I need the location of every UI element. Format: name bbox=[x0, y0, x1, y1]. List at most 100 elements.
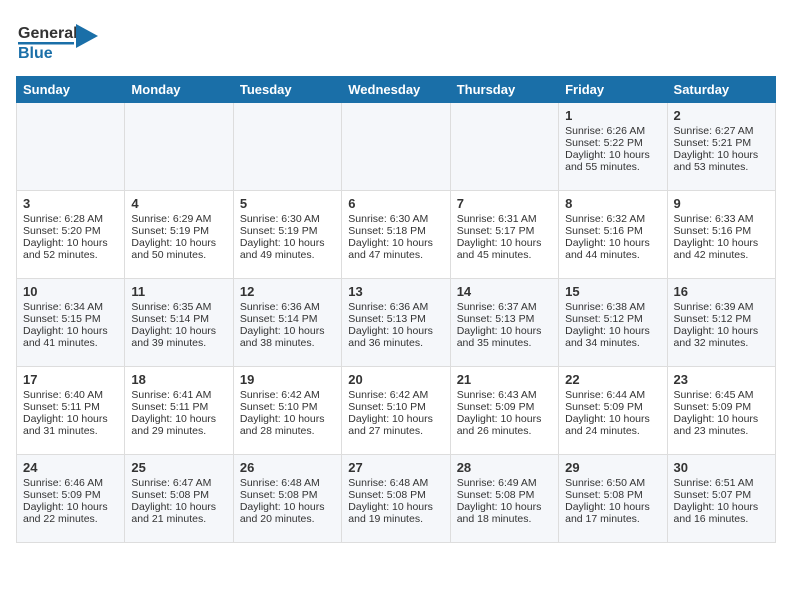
day-info-line: Sunrise: 6:41 AM bbox=[131, 389, 226, 401]
day-number: 2 bbox=[674, 108, 769, 123]
calendar-cell bbox=[450, 103, 558, 191]
day-number: 9 bbox=[674, 196, 769, 211]
day-number: 11 bbox=[131, 284, 226, 299]
day-info-line: Daylight: 10 hours bbox=[240, 501, 335, 513]
day-info-line: Sunset: 5:09 PM bbox=[457, 401, 552, 413]
day-number: 7 bbox=[457, 196, 552, 211]
day-info-line: Daylight: 10 hours bbox=[348, 325, 443, 337]
day-number: 1 bbox=[565, 108, 660, 123]
day-info-line: and 21 minutes. bbox=[131, 513, 226, 525]
day-info-line: Sunset: 5:16 PM bbox=[674, 225, 769, 237]
day-info-line: Sunrise: 6:27 AM bbox=[674, 125, 769, 137]
day-number: 6 bbox=[348, 196, 443, 211]
day-info-line: Sunset: 5:15 PM bbox=[23, 313, 118, 325]
calendar-cell: 15Sunrise: 6:38 AMSunset: 5:12 PMDayligh… bbox=[559, 279, 667, 367]
calendar-cell: 9Sunrise: 6:33 AMSunset: 5:16 PMDaylight… bbox=[667, 191, 775, 279]
day-info-line: and 35 minutes. bbox=[457, 337, 552, 349]
day-info-line: Daylight: 10 hours bbox=[457, 237, 552, 249]
day-info-line: Sunrise: 6:51 AM bbox=[674, 477, 769, 489]
day-info-line: and 27 minutes. bbox=[348, 425, 443, 437]
day-info-line: Sunrise: 6:36 AM bbox=[240, 301, 335, 313]
day-info-line: Sunset: 5:20 PM bbox=[23, 225, 118, 237]
calendar-cell: 19Sunrise: 6:42 AMSunset: 5:10 PMDayligh… bbox=[233, 367, 341, 455]
day-number: 12 bbox=[240, 284, 335, 299]
day-info-line: Sunset: 5:19 PM bbox=[131, 225, 226, 237]
calendar-cell: 29Sunrise: 6:50 AMSunset: 5:08 PMDayligh… bbox=[559, 455, 667, 543]
calendar-cell bbox=[125, 103, 233, 191]
day-info-line: and 31 minutes. bbox=[23, 425, 118, 437]
day-info-line: Daylight: 10 hours bbox=[674, 413, 769, 425]
day-info-line: and 41 minutes. bbox=[23, 337, 118, 349]
day-info-line: Daylight: 10 hours bbox=[23, 237, 118, 249]
day-number: 25 bbox=[131, 460, 226, 475]
day-number: 17 bbox=[23, 372, 118, 387]
day-header-sunday: Sunday bbox=[17, 77, 125, 103]
day-number: 22 bbox=[565, 372, 660, 387]
logo-svg: General Blue bbox=[16, 16, 111, 66]
day-info-line: Sunset: 5:14 PM bbox=[240, 313, 335, 325]
day-header-tuesday: Tuesday bbox=[233, 77, 341, 103]
day-info-line: Sunrise: 6:33 AM bbox=[674, 213, 769, 225]
day-number: 30 bbox=[674, 460, 769, 475]
calendar-cell: 28Sunrise: 6:49 AMSunset: 5:08 PMDayligh… bbox=[450, 455, 558, 543]
header-row: SundayMondayTuesdayWednesdayThursdayFrid… bbox=[17, 77, 776, 103]
day-info-line: Sunset: 5:13 PM bbox=[457, 313, 552, 325]
calendar-cell: 6Sunrise: 6:30 AMSunset: 5:18 PMDaylight… bbox=[342, 191, 450, 279]
day-info-line: Sunset: 5:16 PM bbox=[565, 225, 660, 237]
calendar-cell: 25Sunrise: 6:47 AMSunset: 5:08 PMDayligh… bbox=[125, 455, 233, 543]
day-info-line: Daylight: 10 hours bbox=[23, 413, 118, 425]
day-number: 10 bbox=[23, 284, 118, 299]
day-info-line: and 16 minutes. bbox=[674, 513, 769, 525]
day-info-line: Daylight: 10 hours bbox=[131, 325, 226, 337]
calendar-cell bbox=[17, 103, 125, 191]
day-info-line: and 28 minutes. bbox=[240, 425, 335, 437]
logo: General Blue bbox=[16, 16, 111, 66]
calendar-cell: 1 Sunrise: 6:26 AMSunset: 5:22 PMDaylight… bbox=[559, 103, 667, 191]
day-info-line: Sunrise: 6:48 AM bbox=[240, 477, 335, 489]
day-info-line: Sunrise: 6:43 AM bbox=[457, 389, 552, 401]
day-info-line: Sunrise: 6:26 AM bbox=[565, 125, 660, 137]
day-info-line: Daylight: 10 hours bbox=[565, 149, 660, 161]
day-info-line: Sunset: 5:22 PM bbox=[565, 137, 660, 149]
calendar-cell: 2Sunrise: 6:27 AMSunset: 5:21 PMDaylight… bbox=[667, 103, 775, 191]
day-info-line: Daylight: 10 hours bbox=[240, 325, 335, 337]
calendar-cell: 21Sunrise: 6:43 AMSunset: 5:09 PMDayligh… bbox=[450, 367, 558, 455]
calendar-cell: 5Sunrise: 6:30 AMSunset: 5:19 PMDaylight… bbox=[233, 191, 341, 279]
day-info-line: Daylight: 10 hours bbox=[348, 413, 443, 425]
day-info-line: Sunrise: 6:44 AM bbox=[565, 389, 660, 401]
calendar-cell: 16Sunrise: 6:39 AMSunset: 5:12 PMDayligh… bbox=[667, 279, 775, 367]
day-info-line: and 47 minutes. bbox=[348, 249, 443, 261]
day-info-line: Daylight: 10 hours bbox=[674, 501, 769, 513]
day-info-line: and 53 minutes. bbox=[674, 161, 769, 173]
day-number: 18 bbox=[131, 372, 226, 387]
day-info-line: Sunrise: 6:45 AM bbox=[674, 389, 769, 401]
day-info-line: and 18 minutes. bbox=[457, 513, 552, 525]
calendar-cell: 13Sunrise: 6:36 AMSunset: 5:13 PMDayligh… bbox=[342, 279, 450, 367]
calendar-cell: 11Sunrise: 6:35 AMSunset: 5:14 PMDayligh… bbox=[125, 279, 233, 367]
day-info-line: Sunrise: 6:31 AM bbox=[457, 213, 552, 225]
day-number: 15 bbox=[565, 284, 660, 299]
calendar-header: SundayMondayTuesdayWednesdayThursdayFrid… bbox=[17, 77, 776, 103]
day-info-line: Sunrise: 6:34 AM bbox=[23, 301, 118, 313]
calendar-cell: 8Sunrise: 6:32 AMSunset: 5:16 PMDaylight… bbox=[559, 191, 667, 279]
day-header-saturday: Saturday bbox=[667, 77, 775, 103]
calendar-week-1: 1 Sunrise: 6:26 AMSunset: 5:22 PMDaylight… bbox=[17, 103, 776, 191]
day-info-line: Sunrise: 6:30 AM bbox=[240, 213, 335, 225]
day-info-line: Sunset: 5:08 PM bbox=[348, 489, 443, 501]
day-info-line: and 24 minutes. bbox=[565, 425, 660, 437]
day-info-line: and 50 minutes. bbox=[131, 249, 226, 261]
day-info-line: Sunset: 5:12 PM bbox=[674, 313, 769, 325]
day-info-line: Daylight: 10 hours bbox=[674, 325, 769, 337]
calendar-cell: 17Sunrise: 6:40 AMSunset: 5:11 PMDayligh… bbox=[17, 367, 125, 455]
day-info-line: Sunrise: 6:28 AM bbox=[23, 213, 118, 225]
calendar-cell: 18Sunrise: 6:41 AMSunset: 5:11 PMDayligh… bbox=[125, 367, 233, 455]
day-info-line: Sunset: 5:11 PM bbox=[23, 401, 118, 413]
day-info-line: and 22 minutes. bbox=[23, 513, 118, 525]
day-header-thursday: Thursday bbox=[450, 77, 558, 103]
day-info-line: Sunset: 5:17 PM bbox=[457, 225, 552, 237]
day-info-line: Sunrise: 6:50 AM bbox=[565, 477, 660, 489]
day-info-line: and 29 minutes. bbox=[131, 425, 226, 437]
page-header: General Blue bbox=[16, 16, 776, 66]
day-info-line: Daylight: 10 hours bbox=[565, 413, 660, 425]
calendar-cell: 26Sunrise: 6:48 AMSunset: 5:08 PMDayligh… bbox=[233, 455, 341, 543]
